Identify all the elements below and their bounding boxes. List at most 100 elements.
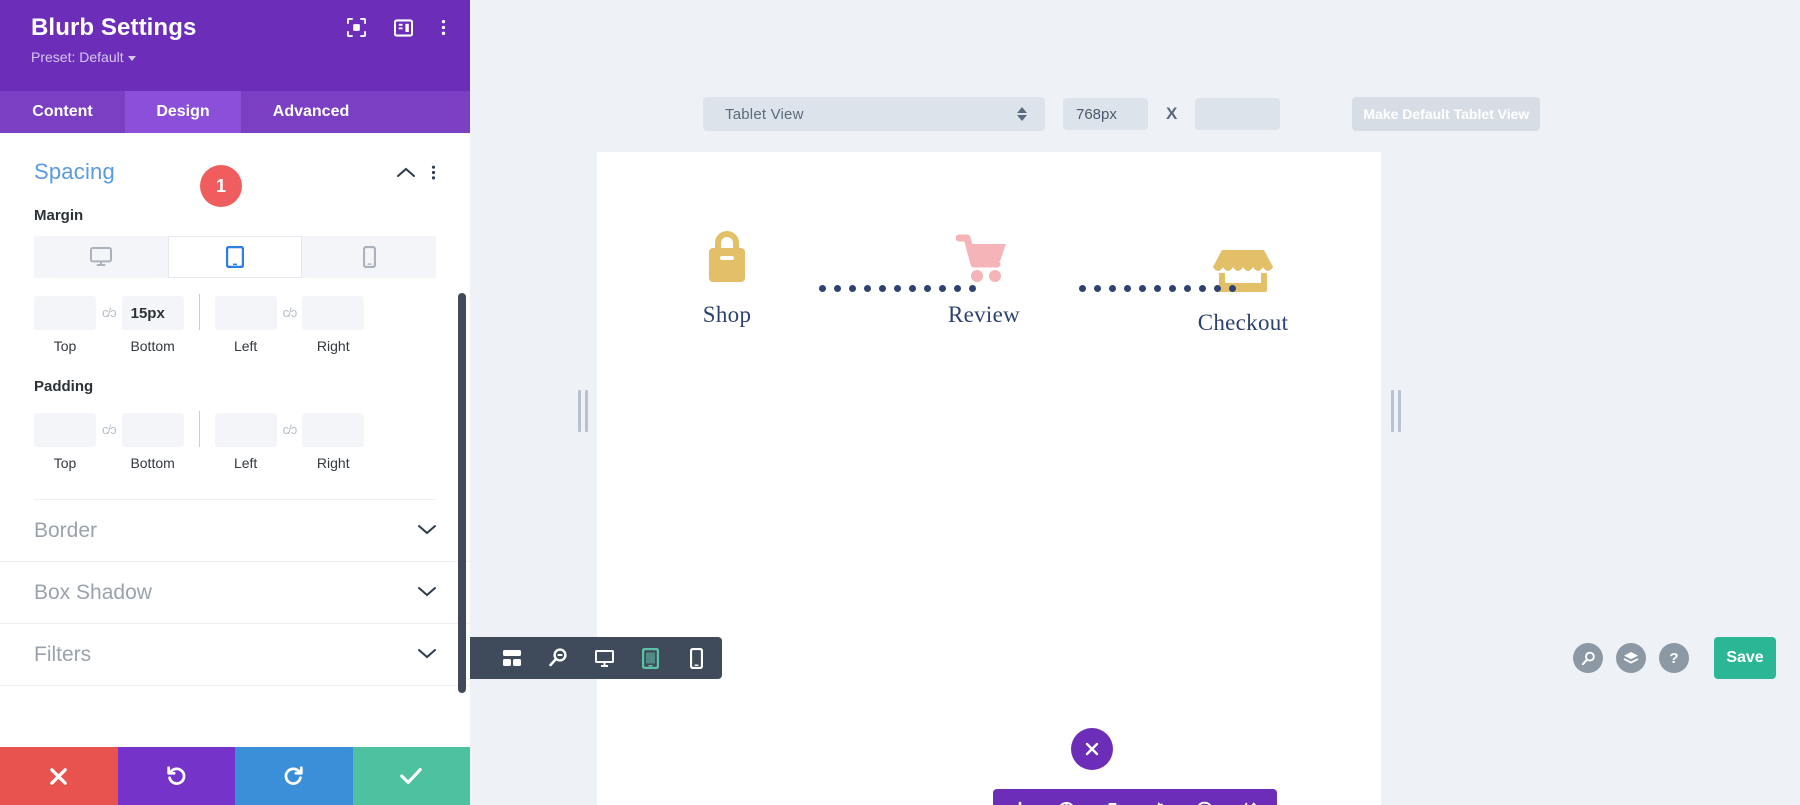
plus-icon[interactable] [1001, 789, 1039, 805]
collapse-section-button[interactable] [397, 167, 415, 178]
separator-dot [1184, 285, 1191, 292]
resize-handle-left[interactable] [578, 390, 588, 432]
link-broken-icon[interactable]: c/ɔ [283, 305, 298, 320]
panel-scrollbar[interactable] [458, 293, 466, 693]
padding-left-cell: Left [214, 413, 277, 471]
confirm-button[interactable] [352, 747, 470, 805]
cancel-button[interactable] [0, 747, 118, 805]
separator-dot [909, 285, 916, 292]
viewport-width-input[interactable]: 768px [1063, 98, 1148, 130]
link-broken-icon[interactable]: c/ɔ [102, 305, 117, 320]
accordion-box-shadow[interactable]: Box Shadow [0, 562, 470, 624]
tablet-icon[interactable] [630, 637, 670, 679]
preset-label: Preset: Default [31, 49, 124, 65]
margin-right-cell: Right [302, 296, 365, 354]
focus-target-icon[interactable] [347, 18, 366, 37]
accordion-border-label: Border [34, 518, 98, 542]
module-action-toolbar [993, 789, 1277, 805]
margin-bottom-input[interactable] [121, 296, 184, 330]
shopping-bag-icon [642, 214, 812, 286]
dimension-separator: X [1166, 104, 1178, 123]
margin-left-caption: Left [233, 338, 258, 354]
device-toggle-desktop[interactable] [34, 236, 168, 278]
section-more-icon[interactable] [431, 164, 436, 181]
zoom-out-icon[interactable] [538, 637, 578, 679]
link-broken-icon[interactable]: c/ɔ [102, 422, 117, 437]
redo-button[interactable] [235, 747, 353, 805]
spacing-section-title: Spacing [34, 159, 115, 184]
viewport-height-input[interactable] [1195, 98, 1281, 130]
padding-bottom-cell: Bottom [121, 413, 184, 471]
settings-panel: Blurb Settings Preset: Default Content D… [0, 0, 470, 805]
device-toggle-phone[interactable] [302, 236, 436, 278]
search-icon[interactable] [1573, 643, 1603, 673]
preset-selector[interactable]: Preset: Default [31, 49, 446, 65]
panel-footer [0, 747, 470, 805]
blurb-checkout-label: Checkout [1197, 310, 1289, 335]
margin-left-input[interactable] [214, 296, 277, 330]
clock-icon[interactable] [1185, 789, 1223, 805]
panel-layout-icon[interactable] [394, 18, 413, 37]
power-icon[interactable] [1047, 789, 1085, 805]
undo-button[interactable] [117, 747, 235, 805]
padding-top-caption: Top [53, 455, 77, 471]
blurb-review[interactable]: Review [899, 214, 1069, 328]
chevron-down-icon [418, 584, 436, 602]
chevron-down-icon [418, 646, 436, 664]
padding-right-cell: Right [302, 413, 365, 471]
close-icon [1085, 742, 1099, 756]
blurb-checkout[interactable]: Checkout [1158, 222, 1328, 336]
padding-top-input[interactable] [34, 413, 96, 447]
margin-right-input[interactable] [302, 296, 365, 330]
padding-label: Padding [34, 378, 94, 395]
device-toggle-tablet[interactable] [168, 236, 302, 278]
padding-top-cell: Top [34, 413, 96, 471]
separator-dot [954, 285, 961, 292]
blurb-shop-label: Shop [702, 302, 752, 327]
wireframe-icon[interactable] [492, 637, 532, 679]
storefront-icon [1158, 222, 1328, 294]
accordion-filters[interactable]: Filters [0, 624, 470, 686]
builder-view-toolbar [440, 637, 722, 679]
more-vertical-icon[interactable] [441, 18, 446, 37]
separator-dot [819, 285, 826, 292]
link-broken-icon[interactable]: c/ɔ [283, 422, 298, 437]
separator-dot [1199, 285, 1206, 292]
separator-dot [894, 285, 901, 292]
gear-icon[interactable] [1139, 789, 1177, 805]
padding-right-caption: Right [316, 455, 350, 471]
blurb-shop[interactable]: Shop [642, 214, 812, 328]
accordion-border[interactable]: Border [0, 500, 470, 562]
resize-handle-right[interactable] [1391, 390, 1401, 432]
padding-left-caption: Left [233, 455, 258, 471]
margin-bottom-cell: Bottom [121, 296, 184, 354]
save-button[interactable]: Save [1714, 637, 1776, 679]
separator-dot [924, 285, 931, 292]
tab-advanced[interactable]: Advanced [241, 91, 381, 133]
close-module-button[interactable] [1071, 728, 1113, 770]
make-default-tablet-view-button[interactable]: Make Default Tablet View [1352, 97, 1541, 131]
tab-content[interactable]: Content [0, 91, 125, 133]
help-icon[interactable]: ? [1659, 643, 1689, 673]
margin-top-input[interactable] [34, 296, 96, 330]
accordion-filters-label: Filters [34, 642, 92, 666]
chevron-updown-icon [1017, 107, 1027, 121]
step-separator-dots-1 [819, 285, 976, 292]
separator-dot [1109, 285, 1116, 292]
padding-right-input[interactable] [302, 413, 365, 447]
sort-arrows-icon[interactable] [1231, 789, 1269, 805]
page-preview: Shop Review Checkout [597, 152, 1381, 805]
panel-body: Spacing 1 Margin Top c/ɔ 15px Bottom Lef… [0, 133, 470, 747]
trash-icon[interactable] [1093, 789, 1131, 805]
separator-dot [1094, 285, 1101, 292]
phone-icon[interactable] [676, 637, 716, 679]
step-separator-dots-2 [1079, 285, 1236, 292]
spacing-section: Spacing 1 Margin Top c/ɔ 15px Bottom Lef… [0, 133, 470, 500]
tab-design[interactable]: Design [125, 91, 241, 133]
desktop-icon[interactable] [584, 637, 624, 679]
padding-left-input[interactable] [214, 413, 277, 447]
layers-icon[interactable] [1616, 643, 1646, 673]
padding-bottom-input[interactable] [121, 413, 184, 447]
view-mode-select[interactable]: Tablet View [703, 97, 1045, 131]
separator-dot [1214, 285, 1221, 292]
